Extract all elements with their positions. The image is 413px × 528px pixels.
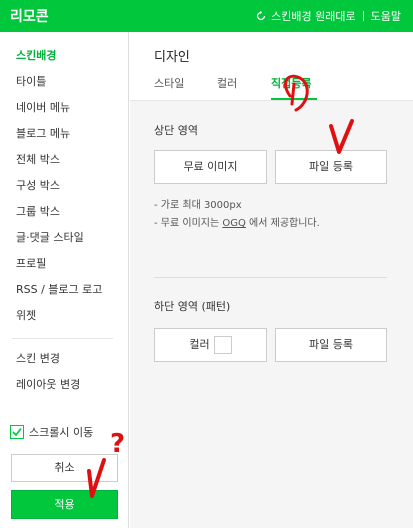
ogq-link[interactable]: OGQ [222,218,246,229]
bottom-file-upload-button[interactable]: 파일 등록 [275,328,387,362]
header-divider [362,11,364,21]
sidebar-divider [12,338,113,339]
sidebar-item-component-box[interactable]: 구성 박스 [16,179,60,193]
bottom-color-button[interactable]: 컬러 [154,328,267,362]
top-area-title: 상단 영역 [154,124,198,137]
sidebar-item-title[interactable]: 타이틀 [16,75,46,89]
sidebar-item-change-layout[interactable]: 레이아웃 변경 [16,378,80,392]
scroll-follow-label: 스크롤시 이동 [29,426,94,439]
sidebar-item-rss-blog-logo[interactable]: RSS / 블로그 로고 [16,283,102,297]
sidebar-item-blog-menu[interactable]: 블로그 메뉴 [16,127,70,141]
tab-color[interactable]: 컬러 [217,75,237,91]
reset-label: 스킨배경 원래대로 [271,10,356,23]
sidebar-item-widget[interactable]: 위젯 [16,309,36,323]
sidebar-item-profile[interactable]: 프로필 [16,257,46,271]
color-swatch [213,336,232,354]
scroll-follow-option[interactable]: 스크롤시 이동 [10,424,93,440]
section-divider [154,277,387,278]
tab-direct-upload[interactable]: 직접등록 [271,75,311,91]
sidebar-item-group-box[interactable]: 그룹 박스 [16,205,60,219]
free-image-note: - 무료 이미지는 OGQ 에서 제공합니다. [154,214,320,229]
checkbox-checked-icon[interactable] [10,425,24,439]
sidebar-item-change-skin[interactable]: 스킨 변경 [16,352,60,366]
help-link[interactable]: 도움말 [371,8,401,24]
cancel-button[interactable]: 취소 [11,454,118,482]
sidebar-item-skin-background[interactable]: 스킨배경 [16,49,56,63]
sidebar: 스킨배경 타이틀 네이버 메뉴 블로그 메뉴 전체 박스 구성 박스 그룹 박스… [0,32,129,528]
sidebar-item-post-comment-style[interactable]: 글·댓글 스타일 [16,231,84,245]
top-bar: 리모콘 스킨배경 원래대로 도움말 [0,0,413,32]
apply-button[interactable]: 적용 [11,490,118,519]
header-actions: 스킨배경 원래대로 도움말 [255,8,401,24]
app-title: 리모콘 [10,9,49,25]
sidebar-item-naver-menu[interactable]: 네이버 메뉴 [16,101,70,115]
reset-skin-background-button[interactable]: 스킨배경 원래대로 [255,8,356,24]
bottom-color-label: 컬러 [189,338,210,351]
top-file-upload-button[interactable]: 파일 등록 [275,150,387,184]
panel-title: 디자인 [154,50,190,65]
bottom-area-title: 하단 영역 (패턴) [154,300,231,313]
sidebar-item-whole-box[interactable]: 전체 박스 [16,153,60,167]
upload-settings: 상단 영역 무료 이미지 파일 등록 - 가로 최대 3000px - 무료 이… [130,101,413,528]
tab-style[interactable]: 스타일 [154,75,184,91]
free-image-button[interactable]: 무료 이미지 [154,150,267,184]
design-panel: 디자인 스타일 컬러 직접등록 상단 영역 무료 이미지 파일 등록 - 가로 … [130,32,413,528]
free-image-note-prefix: - 무료 이미지는 [154,218,223,229]
free-image-note-suffix: 에서 제공합니다. [245,218,320,229]
max-width-note: - 가로 최대 3000px [154,200,242,211]
reset-icon [257,10,266,21]
